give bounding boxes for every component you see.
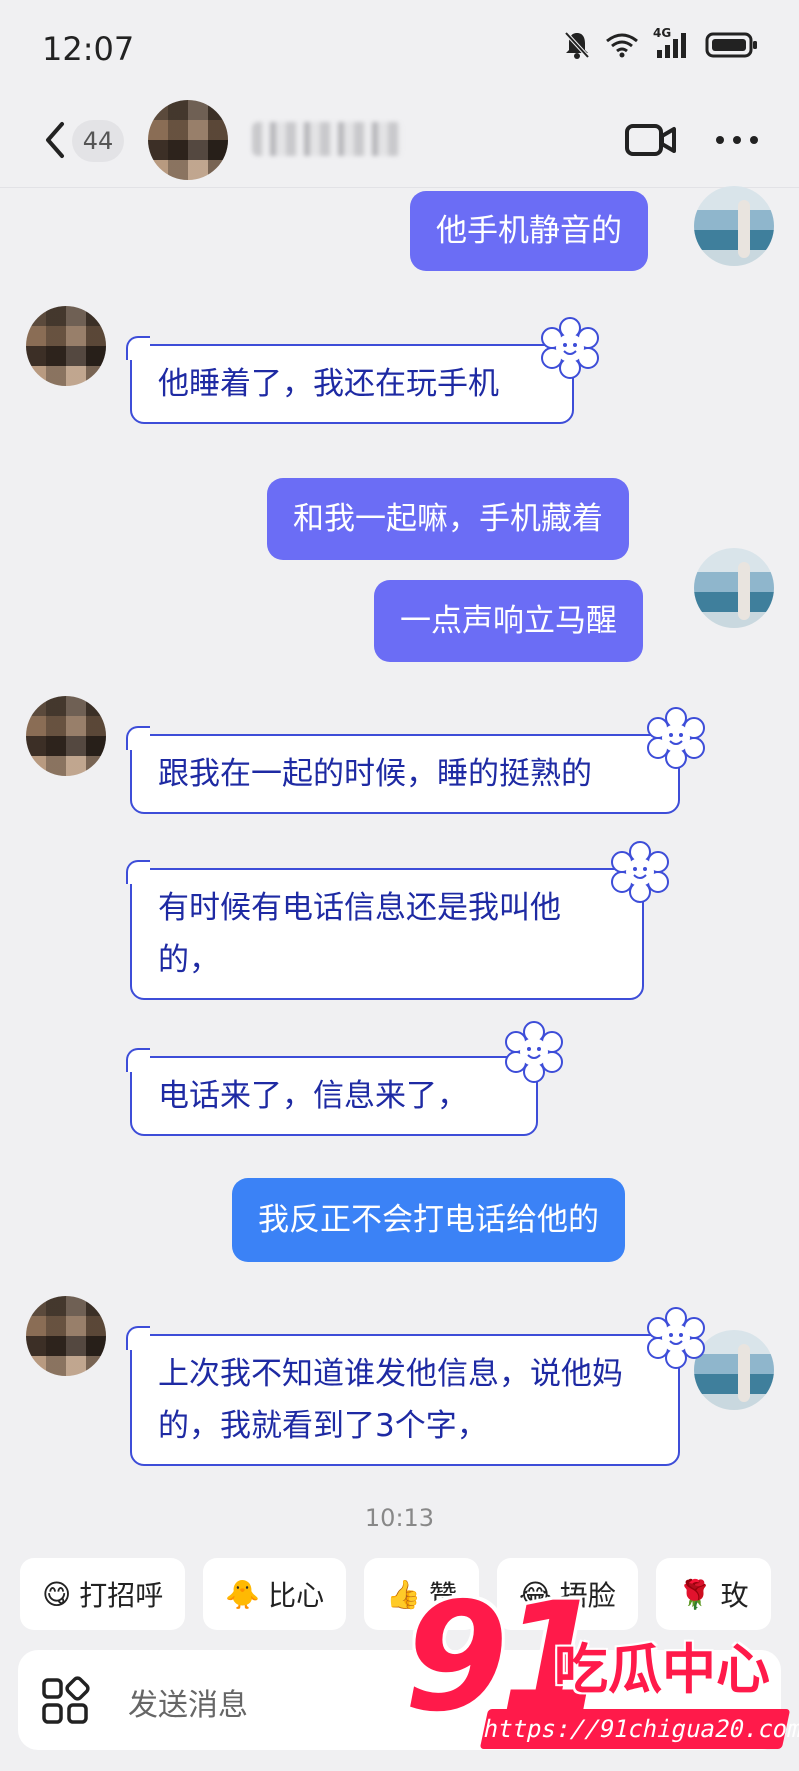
smiley-flower-icon [505,1021,563,1083]
status-icons: 4G [563,26,759,60]
message-bubble-outgoing[interactable]: 和我一起嘛，手机藏着 [267,478,629,560]
chip-label: 打招呼 [79,1579,164,1612]
more-options-icon[interactable] [712,120,762,160]
apps-grid-icon[interactable] [40,1676,90,1726]
video-call-icon[interactable] [624,120,678,160]
smiley-flower-icon [611,841,669,903]
signal-icon: 4G [653,26,691,60]
battery-icon [705,32,757,58]
bubble-curl-decoration [126,336,150,360]
message-input[interactable]: 发送消息 [128,1680,248,1724]
watermark-logo-text: 吃瓜中心 [554,1638,770,1701]
message-text: 上次我不知道谁发他信息，说他妈的，我就看到了3个字， [158,1356,623,1444]
status-time: 12:07 [42,30,135,68]
wifi-icon [606,33,638,58]
message-bubble-incoming[interactable]: 电话来了，信息来了， [126,1048,538,1136]
message-bubble-outgoing[interactable]: 他手机静音的 [410,191,648,271]
greet-emoji-icon: 😋 [42,1577,72,1611]
heart-emoji-icon: 🐥 [225,1577,261,1611]
unread-count-badge[interactable]: 44 [72,120,124,162]
contact-avatar[interactable] [26,1296,106,1376]
smiley-flower-icon [541,317,599,379]
status-bar: 12:07 4G [0,0,799,96]
my-avatar[interactable] [694,548,774,628]
site-watermark: 91 吃瓜中心 https://91chigua20.com [404,1571,799,1771]
my-avatar[interactable] [694,186,774,266]
contact-avatar[interactable] [26,696,106,776]
message-bubble-incoming[interactable]: 他睡着了，我还在玩手机 [126,336,574,424]
chat-header: 44 [0,96,799,188]
message-bubble-outgoing[interactable]: 一点声响立马醒 [374,580,643,662]
message-bubble-incoming[interactable]: 有时候有电话信息还是我叫他的， [126,860,644,1000]
message-bubble-outgoing[interactable]: 我反正不会打电话给他的 [232,1178,625,1262]
contact-name-blurred [252,122,402,156]
back-arrow-icon[interactable] [40,118,70,162]
mute-bell-icon [564,31,590,59]
contact-avatar[interactable] [148,100,228,180]
message-timestamp: 10:13 [364,1504,435,1532]
watermark-url: https://91chigua20.com [479,1709,799,1749]
message-text: 他睡着了，我还在玩手机 [158,366,499,402]
bubble-curl-decoration [126,726,150,750]
message-text: 有时候有电话信息还是我叫他的， [158,890,561,978]
quick-reply-heart[interactable]: 🐥 比心 [203,1558,347,1630]
bubble-curl-decoration [126,860,150,884]
network-type: 4G [653,26,672,40]
smiley-flower-icon [647,707,705,769]
contact-avatar[interactable] [26,306,106,386]
bubble-curl-decoration [126,1326,150,1350]
bubble-curl-decoration [126,1048,150,1072]
message-text: 跟我在一起的时候，睡的挺熟的 [158,756,592,792]
quick-reply-greet[interactable]: 😋 打招呼 [20,1558,186,1630]
message-bubble-incoming[interactable]: 上次我不知道谁发他信息，说他妈的，我就看到了3个字， [126,1326,680,1466]
message-bubble-incoming[interactable]: 跟我在一起的时候，睡的挺熟的 [126,726,680,814]
smiley-flower-icon [647,1307,705,1369]
message-text: 电话来了，信息来了， [158,1078,468,1114]
chip-label: 比心 [268,1579,325,1612]
